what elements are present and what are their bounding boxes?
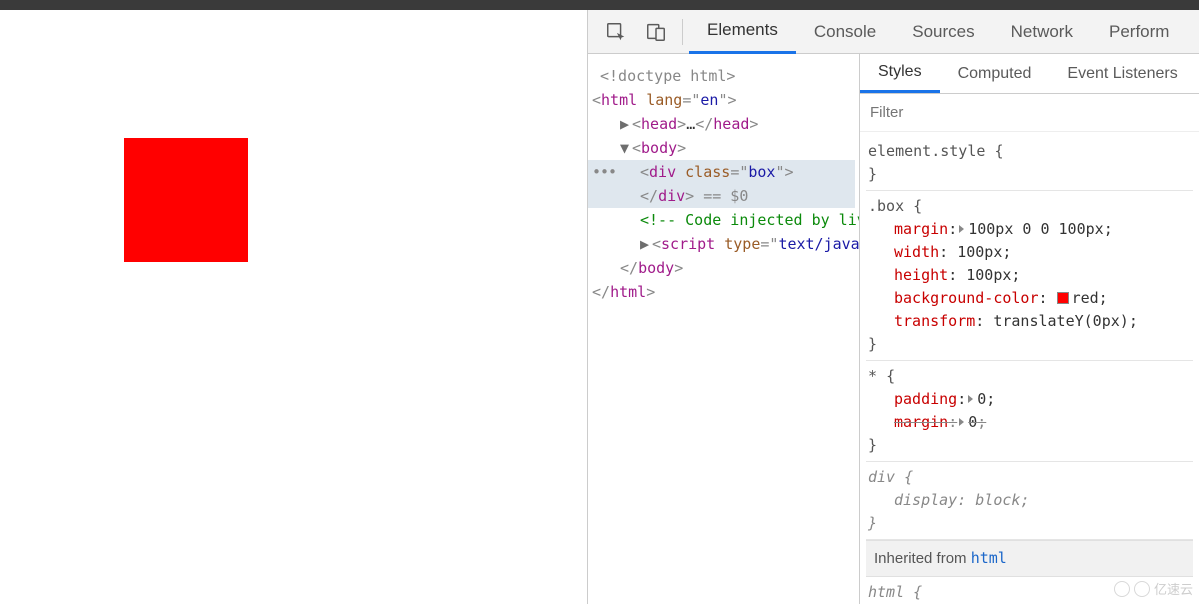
dom-body-open[interactable]: ▼<body>: [592, 136, 855, 160]
styles-filter-input[interactable]: [870, 104, 1199, 121]
tab-event-listeners[interactable]: Event Listeners: [1049, 54, 1195, 93]
shorthand-expand-icon[interactable]: [968, 395, 973, 403]
watermark-icon: [1114, 581, 1130, 597]
dom-tree[interactable]: <!doctype html> <html lang="en"> ▶<head>…: [588, 54, 860, 604]
devtools-body: <!doctype html> <html lang="en"> ▶<head>…: [588, 54, 1199, 604]
rule-element-style[interactable]: element.style { }: [866, 136, 1193, 191]
inspect-element-icon[interactable]: [602, 18, 630, 46]
tab-elements[interactable]: Elements: [689, 10, 796, 54]
disclosure-right-icon[interactable]: ▶: [640, 232, 652, 256]
style-rules[interactable]: element.style { } .box { margin:100px 0 …: [860, 132, 1199, 604]
dom-script[interactable]: ▶<script type="text/javascript">…</scrip…: [592, 232, 855, 256]
shorthand-expand-icon[interactable]: [959, 418, 964, 426]
device-toggle-icon[interactable]: [642, 18, 670, 46]
styles-panel: Styles Computed Event Listeners element.…: [860, 54, 1199, 604]
inherited-from-header: Inherited from html: [866, 540, 1193, 577]
dom-body-close[interactable]: </body>: [592, 256, 855, 280]
tab-network[interactable]: Network: [993, 10, 1091, 54]
disclosure-right-icon[interactable]: ▶: [620, 112, 632, 136]
toolbar-separator: [682, 19, 683, 45]
tab-sources[interactable]: Sources: [894, 10, 992, 54]
color-swatch-icon[interactable]: [1057, 292, 1069, 304]
disclosure-down-icon[interactable]: ▼: [620, 136, 632, 160]
dom-doctype[interactable]: <!doctype html>: [592, 64, 855, 88]
dom-html-open[interactable]: <html lang="en">: [592, 88, 855, 112]
shorthand-expand-icon[interactable]: [959, 225, 964, 233]
box-element[interactable]: [124, 138, 248, 262]
watermark-text: 亿速云: [1154, 579, 1193, 598]
devtools-panel: Elements Console Sources Network Perform…: [588, 10, 1199, 604]
rule-div-ua[interactable]: div { display: block; }: [866, 462, 1193, 540]
watermark: 亿速云: [1114, 579, 1193, 598]
more-actions-icon[interactable]: •••: [592, 160, 616, 184]
rule-box[interactable]: .box { margin:100px 0 0 100px; width: 10…: [866, 191, 1193, 361]
styles-filter-row: [860, 94, 1199, 132]
tab-console[interactable]: Console: [796, 10, 894, 54]
dom-head[interactable]: ▶<head>…</head>: [592, 112, 855, 136]
window-titlebar: [0, 0, 1199, 10]
styles-tabs: Styles Computed Event Listeners: [860, 54, 1199, 94]
tab-performance[interactable]: Perform: [1091, 10, 1187, 54]
dom-selected-node[interactable]: ••• <div class="box"> </div> == $0: [588, 160, 855, 208]
devtools-toolbar: Elements Console Sources Network Perform: [588, 10, 1199, 54]
inherited-from-link[interactable]: html: [971, 549, 1007, 567]
rule-universal[interactable]: * { padding:0; margin:0; }: [866, 361, 1193, 462]
main-split: Elements Console Sources Network Perform…: [0, 10, 1199, 604]
tab-styles[interactable]: Styles: [860, 54, 940, 93]
watermark-icon: [1134, 581, 1150, 597]
tab-computed[interactable]: Computed: [940, 54, 1050, 93]
rendered-page: [0, 10, 588, 604]
dom-comment[interactable]: <!-- Code injected by live-server -->: [592, 208, 855, 232]
dom-html-close[interactable]: </html>: [592, 280, 855, 304]
